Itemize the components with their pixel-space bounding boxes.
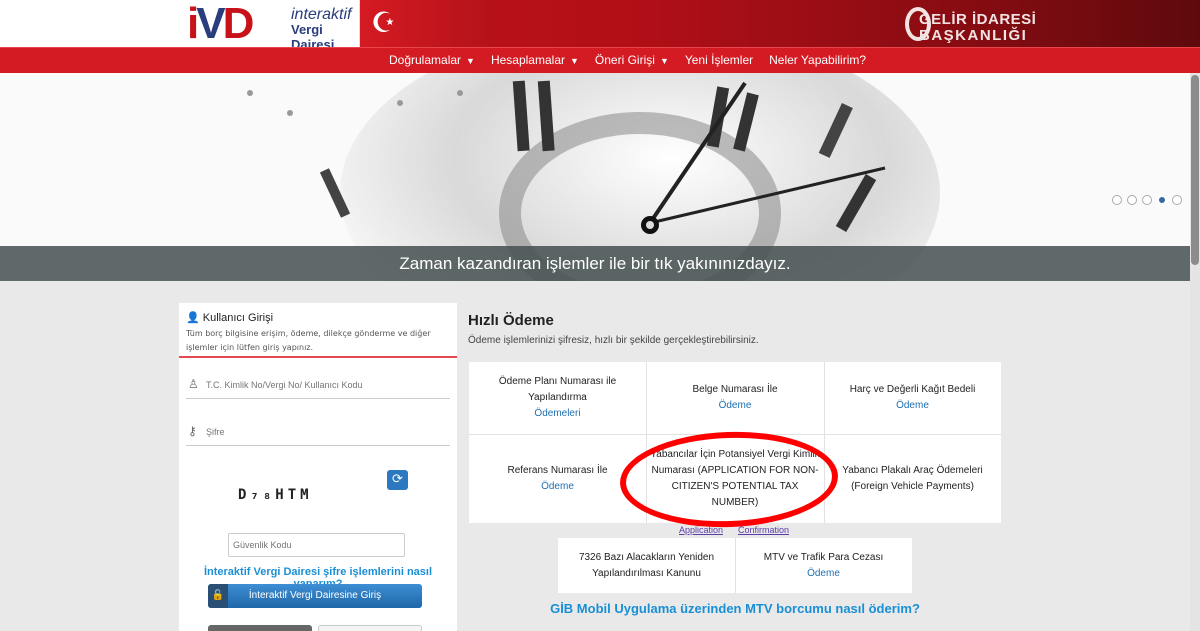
user-icon: 👤 [186,312,200,324]
nav-item-dogrulamalar[interactable]: Doğrulamalar ▼ [389,48,475,74]
user-outline-icon: ♙ [188,377,199,391]
fee-valuable-paper-cell[interactable]: Harç ve Değerli Kağıt Bedeli Ödeme [824,362,1001,434]
payment-plan-cell[interactable]: Ödeme Planı Numarası ile Yapılandırma Öd… [469,362,646,434]
gib-mobile-mtv-link[interactable]: GİB Mobil Uygulama üzerinden MTV borcumu… [500,601,970,616]
quick-payment-subtitle: Ödeme işlemlerinizi şifresiz, hızlı bir … [468,335,759,346]
scrollbar-thumb[interactable] [1191,75,1199,265]
nav-item-neler-yapabilirim[interactable]: Neler Yapabilirim? [769,48,866,74]
foreign-vehicle-payments-cell[interactable]: Yabancı Plakalı Araç Ödemeleri (Foreign … [824,434,1001,523]
quick-payment-grid-2: 7326 Bazı Alacakların Yeniden Yapılandır… [558,538,912,593]
secondary-button-light[interactable] [318,625,422,631]
login-panel: 👤 Kullanıcı Girişi Tüm borç bilgisine er… [179,303,457,631]
key-icon: ⚷ [188,424,197,438]
hero-caption: Zaman kazandıran işlemler ile bir tık ya… [399,254,791,273]
captcha-refresh-button[interactable]: ⟳ [387,470,408,490]
username-field: ♙ [186,373,450,399]
caret-down-icon: ▼ [466,56,475,66]
slider-dot[interactable] [1112,195,1122,205]
hero-caption-bar: Zaman kazandıran işlemler ile bir tık ya… [0,246,1190,281]
slider-dot[interactable] [1142,195,1152,205]
slider-dot[interactable] [1127,195,1137,205]
nav-item-hesaplamalar[interactable]: Hesaplamalar ▼ [491,48,579,74]
crescent-star-icon: ☪ [371,6,397,39]
ivd-logo-mark: iVD [187,0,254,48]
username-input[interactable] [206,375,444,395]
slider-dots [1112,195,1182,205]
hero-slider: Zaman kazandıran işlemler ile bir tık ya… [0,73,1190,281]
password-input[interactable] [206,422,444,442]
nav-item-yeni-islemler[interactable]: Yeni İşlemler [685,48,753,74]
nav-item-oneri-girisi[interactable]: Öneri Girişi ▼ [595,48,669,74]
password-field: ⚷ [186,420,450,446]
quick-payment-title: Hızlı Ödeme [468,312,554,329]
captcha-image: D₇₈HTM [238,487,313,503]
lock-icon: 🔓 [208,584,228,608]
grid-divider [735,538,736,593]
confirmation-link[interactable]: Confirmation [738,525,789,535]
caret-down-icon: ▼ [659,56,669,66]
login-divider [179,356,457,358]
ivd-logo-text: interaktif Vergi Dairesi [291,6,352,53]
mtv-traffic-fine-cell[interactable]: MTV ve Trafik Para Cezası Ödeme [735,538,912,593]
document-number-cell[interactable]: Belge Numarası İle Ödeme [646,362,824,434]
ivd-logo[interactable]: iVD interaktif Vergi Dairesi [183,0,360,52]
caret-down-icon: ▼ [570,56,579,66]
slider-dot-active[interactable] [1157,195,1167,205]
refresh-icon: ⟳ [392,472,403,487]
login-button[interactable]: 🔓 İnteraktif Vergi Dairesine Giriş [208,584,422,608]
secondary-button-dark[interactable] [208,625,312,631]
login-title: 👤 Kullanıcı Girişi [186,312,274,324]
login-subtitle: Tüm borç bilgisine erişim, ödeme, dilekç… [186,329,431,352]
main-nav: Doğrulamalar ▼ Hesaplamalar ▼ Öneri Girişi… [0,47,1200,73]
slider-dot[interactable] [1172,195,1182,205]
security-code-input[interactable] [228,533,405,557]
restructuring-law-cell[interactable]: 7326 Bazı Alacakların Yeniden Yapılandır… [558,538,735,593]
